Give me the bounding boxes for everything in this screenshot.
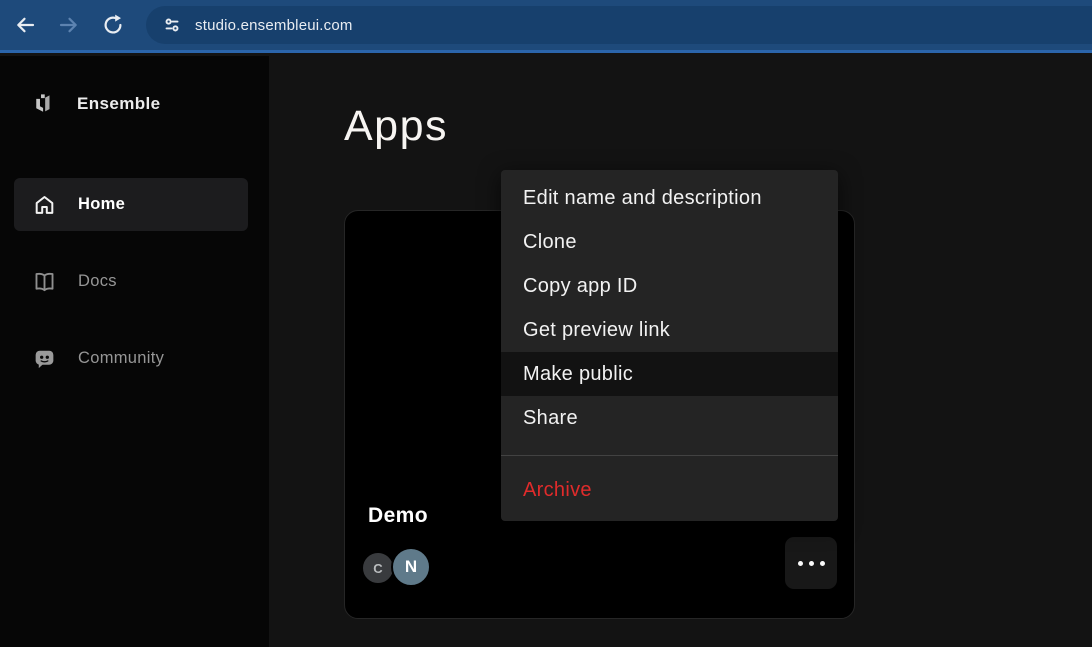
ensemble-logo-icon: [29, 89, 58, 118]
reload-button[interactable]: [94, 6, 132, 44]
sidebar-item-label: Docs: [78, 272, 117, 291]
forward-arrow-icon: [57, 13, 81, 37]
avatar: C: [361, 551, 395, 585]
forward-button[interactable]: [50, 6, 88, 44]
browser-window: studio.ensembleui.com Ensemble Home: [0, 0, 1092, 647]
more-options-icon: [798, 561, 803, 566]
menu-item-share[interactable]: Share: [501, 396, 838, 440]
app-context-menu: Edit name and description Clone Copy app…: [501, 170, 838, 521]
sidebar-item-label: Community: [78, 349, 164, 368]
back-button[interactable]: [6, 6, 44, 44]
home-icon: [31, 192, 57, 217]
menu-item-archive[interactable]: Archive: [501, 468, 838, 512]
brand-label: Ensemble: [77, 94, 161, 114]
docs-icon: [31, 269, 57, 294]
url-text[interactable]: studio.ensembleui.com: [195, 17, 353, 34]
menu-item-get-preview-link[interactable]: Get preview link: [501, 308, 838, 352]
sidebar-item-label: Home: [78, 195, 125, 214]
menu-item-make-public[interactable]: Make public: [501, 352, 838, 396]
sidebar-item-community[interactable]: Community: [14, 332, 248, 385]
app-name: Demo: [368, 504, 428, 528]
browser-toolbar: studio.ensembleui.com: [0, 0, 1092, 53]
menu-item-copy-app-id[interactable]: Copy app ID: [501, 264, 838, 308]
sidebar-item-home[interactable]: Home: [14, 178, 248, 231]
site-settings-icon[interactable]: [159, 12, 185, 38]
menu-item-edit-name[interactable]: Edit name and description: [501, 176, 838, 220]
sidebar: Ensemble Home Docs: [0, 56, 269, 647]
menu-item-clone[interactable]: Clone: [501, 220, 838, 264]
brand[interactable]: Ensemble: [29, 89, 161, 118]
menu-divider: [501, 455, 838, 456]
discord-icon: [31, 346, 57, 371]
avatar: N: [391, 547, 431, 587]
reload-icon: [101, 13, 125, 37]
url-bar[interactable]: studio.ensembleui.com: [146, 6, 1092, 44]
back-arrow-icon: [13, 13, 37, 37]
sidebar-item-docs[interactable]: Docs: [14, 255, 248, 308]
page-title: Apps: [344, 102, 448, 151]
more-options-button[interactable]: [785, 537, 837, 589]
